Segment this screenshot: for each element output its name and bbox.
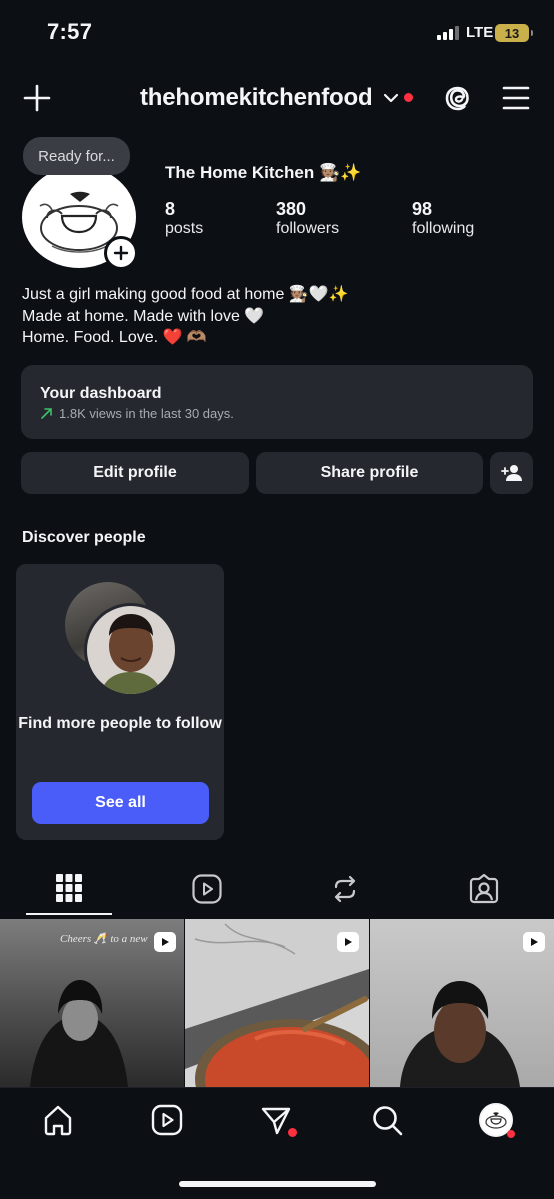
- create-plus-icon[interactable]: [23, 84, 51, 112]
- stat-followers-label: followers: [276, 220, 340, 237]
- dashboard-subtitle: 1.8K views in the last 30 days.: [59, 406, 234, 421]
- profile-bio: Just a girl making good food at home 🧑🏽‍…: [22, 284, 349, 349]
- stat-following-value: 98: [412, 199, 433, 219]
- dashboard-title: Your dashboard: [40, 385, 162, 402]
- discover-people-title: Discover people: [22, 529, 146, 546]
- stat-posts-label: posts: [165, 220, 204, 237]
- account-notification-dot: [404, 93, 413, 102]
- discover-card-text: Find more people to follow: [18, 715, 222, 732]
- battery-icon: 13: [495, 24, 533, 42]
- cellular-signal-icon: [437, 26, 459, 40]
- post-thumbnail[interactable]: [185, 919, 369, 1087]
- discover-people-button[interactable]: [490, 452, 533, 494]
- stat-followers-value: 380: [276, 199, 307, 219]
- stat-following[interactable]: 98 following: [412, 199, 474, 238]
- profile-note-bubble[interactable]: Ready for...: [23, 137, 130, 175]
- professional-dashboard[interactable]: Your dashboard 1.8K views in the last 30…: [21, 365, 533, 439]
- person-photo: [87, 606, 175, 694]
- status-time: 7:57: [47, 19, 93, 44]
- profile-notification-dot: [507, 1130, 515, 1138]
- bio-line: Made at home. Made with love 🤍: [22, 307, 265, 325]
- tagged-icon[interactable]: [468, 873, 500, 910]
- add-person-icon: [500, 465, 522, 481]
- battery-level: 13: [504, 25, 520, 41]
- reel-indicator-icon: [523, 932, 545, 952]
- active-tab-indicator: [26, 913, 112, 915]
- kitchen-logo-small: [485, 1112, 507, 1129]
- reel-indicator-icon: [337, 932, 359, 952]
- display-name: The Home Kitchen 🧑🏽‍🍳✨: [165, 163, 362, 182]
- reels-nav-icon[interactable]: [151, 1104, 183, 1141]
- stat-followers[interactable]: 380 followers: [276, 199, 339, 238]
- stat-posts-value: 8: [165, 199, 176, 219]
- reel-indicator-icon: [154, 932, 176, 952]
- add-story-plus-icon[interactable]: [104, 236, 138, 270]
- share-profile-button[interactable]: Share profile: [256, 452, 483, 494]
- stat-posts[interactable]: 8 posts: [165, 199, 203, 238]
- trend-up-arrow-icon: [41, 408, 52, 419]
- grid-icon[interactable]: [56, 873, 82, 908]
- bio-line: Home. Food. Love. ❤️ 🫶🏽: [22, 329, 207, 346]
- bio-line: Just a girl making good food at home 🧑🏽‍…: [22, 286, 349, 303]
- post-thumbnail[interactable]: Cheers 🥂 to a new: [0, 919, 184, 1087]
- messages-notification-dot: [288, 1128, 297, 1137]
- edit-profile-button[interactable]: Edit profile: [21, 452, 249, 494]
- threads-icon[interactable]: [442, 82, 474, 114]
- suggested-avatar-front: [84, 603, 178, 697]
- chevron-down-icon[interactable]: [383, 92, 399, 104]
- messages-icon[interactable]: [260, 1105, 292, 1142]
- reposts-icon[interactable]: [330, 874, 360, 909]
- menu-icon[interactable]: [502, 85, 530, 111]
- profile-username[interactable]: thehomekitchenfood: [140, 84, 373, 112]
- reels-icon[interactable]: [192, 874, 222, 909]
- home-icon[interactable]: [42, 1104, 74, 1141]
- search-icon[interactable]: [371, 1104, 403, 1141]
- home-indicator: [179, 1181, 376, 1187]
- stat-following-label: following: [412, 220, 475, 237]
- see-all-button[interactable]: See all: [32, 782, 209, 824]
- network-type: LTE: [466, 24, 494, 41]
- post-thumbnail[interactable]: [370, 919, 554, 1087]
